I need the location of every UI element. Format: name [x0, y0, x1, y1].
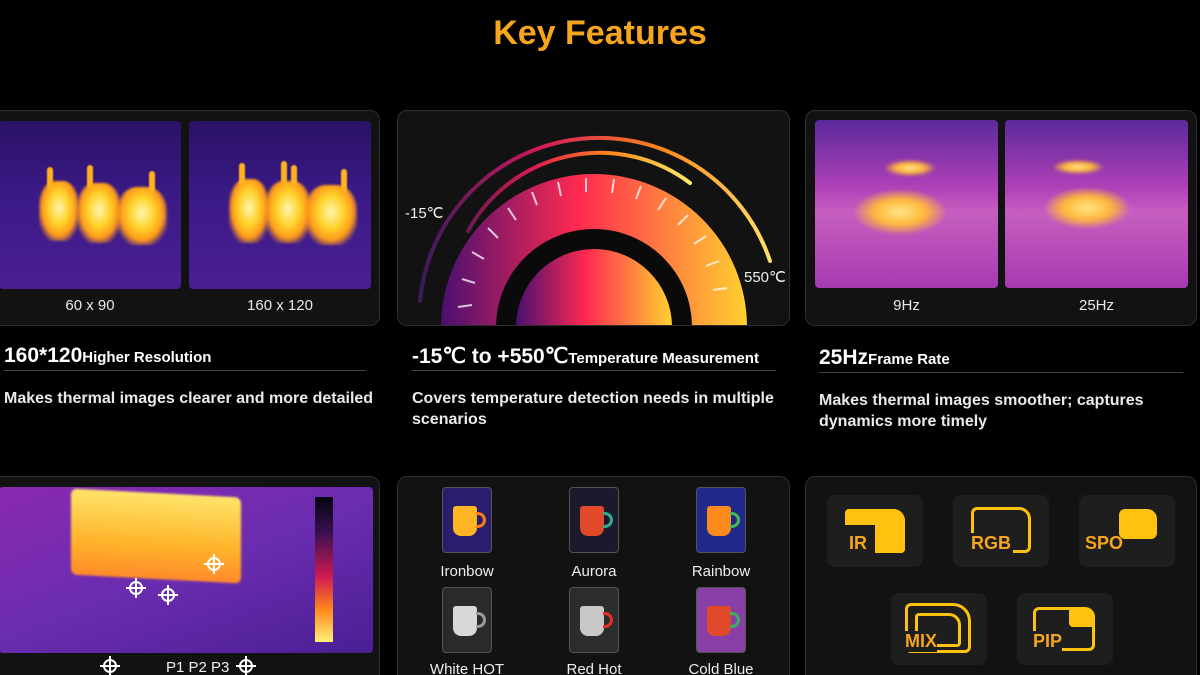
- page-title: Key Features: [493, 14, 707, 52]
- palette-white-hot-label: White HOT: [429, 661, 505, 675]
- caption-9hz: 9Hz: [893, 297, 920, 314]
- palette-rainbow-swatch[interactable]: [696, 487, 746, 553]
- resolution-label: Higher Resolution: [82, 349, 212, 366]
- thermal-image: [0, 487, 373, 653]
- resolution-title: 160*120Higher Resolution: [4, 344, 211, 368]
- palettes-card: Ironbow Aurora Rainbow White HOT Red Hot…: [397, 476, 790, 675]
- framerate-card: 9Hz 25Hz: [805, 110, 1197, 326]
- palette-red-hot-label: Red Hot: [566, 661, 622, 675]
- framerate-value: 25Hz: [819, 346, 869, 369]
- caption-25hz: 25Hz: [1078, 297, 1115, 314]
- mode-rgb-button[interactable]: RGB: [953, 495, 1049, 567]
- palette-aurora-swatch[interactable]: [569, 487, 619, 553]
- palette-ironbow-label: Ironbow: [440, 563, 494, 580]
- caption-160x120: 160 x 120: [247, 297, 313, 314]
- points-legend: P1 P2 P3: [166, 659, 230, 675]
- thumb-25hz: [1005, 120, 1188, 288]
- measure-point-2[interactable]: [158, 585, 178, 605]
- measure-point-1[interactable]: [126, 578, 146, 598]
- divider: [819, 372, 1183, 373]
- mode-ir-button[interactable]: IR: [827, 495, 923, 567]
- thumb-60x90: [0, 121, 181, 289]
- temperature-gauge: [418, 135, 772, 325]
- mode-spo-label: SPO: [1085, 533, 1124, 553]
- palette-aurora-label: Aurora: [571, 563, 617, 580]
- temp-max-label: 550℃: [744, 269, 786, 286]
- mode-ir-label: IR: [849, 533, 867, 553]
- color-scale-bar: [315, 497, 333, 642]
- resolution-value: 160*120: [4, 344, 83, 367]
- temperature-description: Covers temperature detection needs in mu…: [412, 390, 774, 428]
- palette-ironbow-swatch[interactable]: [442, 487, 492, 553]
- resolution-description: Makes thermal images clearer and more de…: [4, 390, 374, 407]
- legend-point-1-icon: [100, 656, 120, 675]
- palette-cold-blue-swatch[interactable]: [696, 587, 746, 653]
- measure-point-3[interactable]: [204, 554, 224, 574]
- mode-pip-button[interactable]: PIP: [1017, 593, 1113, 665]
- temperature-value: -15℃ to +550℃: [412, 345, 569, 368]
- mode-rgb-label: RGB: [971, 533, 1013, 554]
- palette-white-hot-swatch[interactable]: [442, 587, 492, 653]
- palette-rainbow-label: Rainbow: [691, 563, 751, 580]
- caption-60x90: 60 x 90: [65, 297, 115, 314]
- divider: [412, 370, 776, 371]
- mode-mix-label: MIX: [905, 631, 938, 652]
- thumb-9hz: [815, 120, 998, 288]
- resolution-card: 60 x 90 160 x 120: [0, 110, 380, 326]
- temperature-title: -15℃ to +550℃Temperature Measurement: [412, 344, 759, 369]
- divider: [4, 370, 366, 371]
- temperature-card: -15℃ 550℃: [397, 110, 790, 326]
- thumb-160x120: [189, 121, 371, 289]
- temperature-label: Temperature Measurement: [568, 350, 759, 367]
- legend-point-3-icon: [236, 656, 256, 675]
- point-measurement-card: P1 P2 P3: [0, 476, 380, 675]
- mode-pip-label: PIP: [1033, 631, 1063, 652]
- palette-cold-blue-label: Cold Blue: [688, 661, 754, 675]
- framerate-title: 25HzFrame Rate: [819, 346, 950, 370]
- mode-mix-button[interactable]: MIX: [891, 593, 987, 665]
- modes-card: IR RGB SPO MIX PIP: [805, 476, 1197, 675]
- mode-spo-button[interactable]: SPO: [1079, 495, 1175, 567]
- framerate-label: Frame Rate: [868, 351, 950, 368]
- palette-red-hot-swatch[interactable]: [569, 587, 619, 653]
- temp-min-label: -15℃: [405, 205, 444, 222]
- framerate-description: Makes thermal images smoother; captures …: [819, 392, 1144, 430]
